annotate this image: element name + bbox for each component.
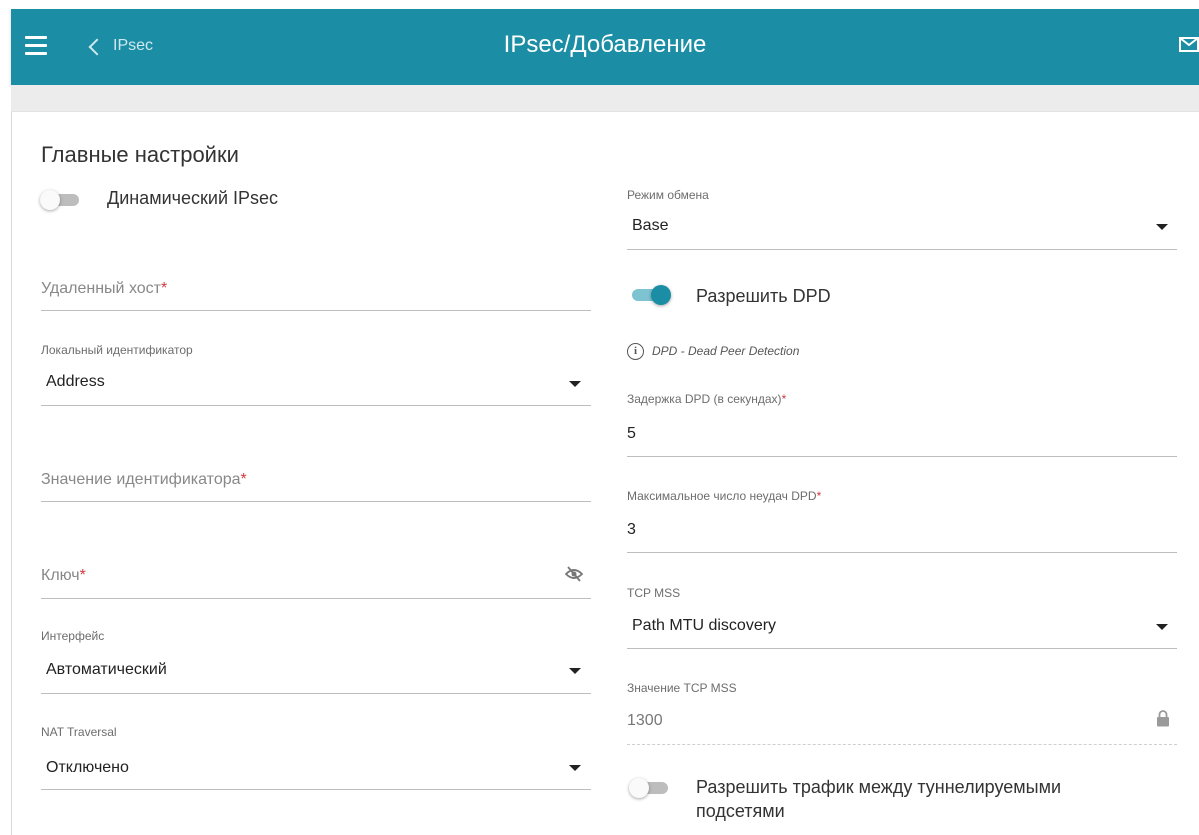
remote-host-underline xyxy=(41,309,591,311)
tcp-mss-value-input[interactable]: 1300 xyxy=(627,712,663,730)
dpd-delay-input[interactable]: 5 xyxy=(627,425,636,443)
caret-down-icon[interactable] xyxy=(1156,224,1168,230)
tcp-mss-select[interactable]: Path MTU discovery xyxy=(632,617,776,635)
tcp-mss-value-label: Значение TCP MSS xyxy=(627,681,737,695)
lock-icon xyxy=(1157,710,1169,727)
dpd-delay-underline xyxy=(627,455,1177,457)
page-frame xyxy=(11,9,1199,835)
top-bar: IPsec IPsec/Добавление xyxy=(11,9,1199,85)
dpd-info: i DPD - Dead Peer Detection xyxy=(627,341,799,361)
interface-label: Интерфейс xyxy=(41,629,105,643)
dpd-info-text: DPD - Dead Peer Detection xyxy=(652,344,800,358)
allow-dpd-toggle[interactable] xyxy=(629,284,671,306)
info-icon: i xyxy=(627,342,644,360)
caret-down-icon[interactable] xyxy=(569,668,581,674)
dpd-max-fail-label: Максимальное число неудач DPD* xyxy=(627,489,822,503)
sub-toolbar xyxy=(11,85,1199,112)
dpd-max-fail-input[interactable]: 3 xyxy=(627,521,636,539)
key-input[interactable]: Ключ* xyxy=(41,567,86,585)
dynamic-ipsec-label: Динамический IPsec xyxy=(107,188,279,208)
tcp-mss-underline xyxy=(627,647,1177,649)
key-underline xyxy=(41,597,591,599)
caret-down-icon[interactable] xyxy=(569,381,581,387)
section-title: Главные настройки xyxy=(41,142,239,167)
allow-tunnel-traffic-toggle[interactable] xyxy=(629,777,671,799)
page-title: IPsec/Добавление xyxy=(503,31,707,58)
nat-traversal-underline xyxy=(41,788,591,790)
id-value-input[interactable]: Значение идентификатора* xyxy=(41,471,247,489)
local-id-label: Локальный идентификатор xyxy=(41,343,193,357)
caret-down-icon[interactable] xyxy=(569,765,581,771)
exchange-mode-select[interactable]: Base xyxy=(632,217,668,235)
local-id-select[interactable]: Address xyxy=(46,373,105,391)
nat-traversal-label: NAT Traversal xyxy=(41,725,117,739)
tcp-mss-value-underline xyxy=(627,743,1177,745)
exchange-mode-underline xyxy=(627,248,1177,250)
tcp-mss-label: TCP MSS xyxy=(627,586,681,600)
dpd-max-fail-underline xyxy=(627,551,1177,553)
remote-host-input[interactable]: Удаленный хост* xyxy=(41,280,167,298)
allow-tunnel-traffic-label: Разрешить трафик между туннелируемыми по… xyxy=(696,777,1062,821)
mail-icon[interactable] xyxy=(1179,37,1199,52)
local-id-underline xyxy=(41,404,591,406)
id-value-underline xyxy=(41,500,591,502)
interface-select[interactable]: Автоматический xyxy=(46,661,167,679)
nat-traversal-select[interactable]: Отключено xyxy=(46,759,129,777)
caret-down-icon[interactable] xyxy=(1156,624,1168,630)
dynamic-ipsec-toggle[interactable] xyxy=(40,189,82,211)
eye-slash-icon[interactable] xyxy=(565,566,583,582)
exchange-mode-label: Режим обмена xyxy=(627,188,709,202)
allow-dpd-label: Разрешить DPD xyxy=(696,286,831,306)
interface-underline xyxy=(41,692,591,694)
dpd-delay-label: Задержка DPD (в секундах)* xyxy=(627,392,787,406)
